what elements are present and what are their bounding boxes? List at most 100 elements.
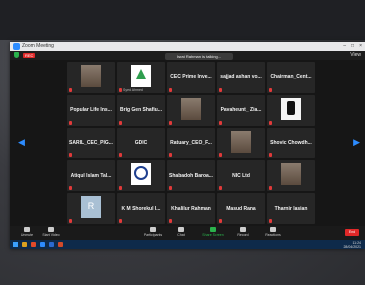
participant-tile[interactable]: sajjad ashan vo...: [217, 62, 265, 93]
windows-taskbar: 11:24 28/04/2021: [10, 240, 365, 249]
participant-video: [181, 97, 201, 120]
end-meeting-button[interactable]: End: [345, 229, 359, 236]
shield-icon[interactable]: [14, 52, 19, 58]
participant-label: [119, 153, 123, 158]
zoom-logo-icon: [13, 43, 20, 50]
system-clock[interactable]: 11:24 28/04/2021: [343, 241, 361, 249]
participant-label: [69, 87, 73, 92]
participant-name: Chairman_Cent...: [270, 74, 312, 81]
participant-tile[interactable]: [267, 94, 315, 126]
muted-mic-icon: [269, 153, 272, 158]
toolbar-label: Chat: [177, 233, 185, 237]
participant-label: [219, 186, 223, 191]
participant-tile[interactable]: Tharnir lasian: [267, 193, 315, 224]
muted-mic-icon: [69, 120, 72, 125]
participant-tile[interactable]: Pavaheunt_ Zia...: [217, 94, 265, 126]
participant-tile[interactable]: Khalilur Rahman: [167, 193, 215, 224]
participant-name: CEC Prime Inve...: [170, 74, 212, 81]
minimize-button[interactable]: –: [343, 43, 346, 49]
file-explorer-icon[interactable]: [22, 242, 27, 247]
reactions-button[interactable]: Reactions: [260, 227, 286, 237]
participant-label: [219, 87, 223, 92]
close-button[interactable]: ×: [359, 43, 362, 49]
recording-badge[interactable]: REC: [23, 52, 36, 58]
next-page-icon[interactable]: ▶: [353, 137, 360, 148]
participant-name: Brig Gen Shafiu...: [120, 107, 162, 114]
participant-label: [269, 153, 273, 158]
participant-video: [231, 130, 251, 153]
participant-label: [119, 218, 123, 223]
record-icon: [240, 227, 246, 232]
muted-mic-icon: [169, 218, 172, 223]
participant-tile[interactable]: Shabadoh Baroa...: [167, 160, 215, 192]
toolbar-label: Participants: [143, 233, 163, 237]
participant-label: [69, 186, 73, 191]
view-button[interactable]: View: [350, 52, 361, 58]
participant-tile[interactable]: SARIL_CEC_PIG...: [67, 127, 115, 159]
muted-mic-icon: [219, 186, 222, 191]
muted-mic-icon: [219, 87, 222, 92]
participant-tile[interactable]: [67, 193, 115, 224]
participant-name: NIC Ltd: [232, 172, 250, 179]
participant-tile[interactable]: Syed Ahmed: [117, 62, 165, 93]
muted-mic-icon: [119, 218, 122, 223]
previous-page-icon[interactable]: ◀: [18, 137, 25, 148]
participant-tile[interactable]: Atiqul Islam Tal...: [67, 160, 115, 192]
participant-tile[interactable]: Shovic Chowdh...: [267, 127, 315, 159]
toolbar-label: Reactions: [265, 233, 281, 237]
muted-mic-icon: [269, 186, 272, 191]
participant-name: Pavaheunt_ Zia...: [220, 107, 262, 114]
participant-label: [69, 153, 73, 158]
share-button[interactable]: Share Screen: [200, 227, 226, 237]
participant-name: Ratuary_CEO_F...: [170, 139, 212, 146]
participant-tile[interactable]: Ratuary_CEO_F...: [167, 127, 215, 159]
maximize-button[interactable]: □: [351, 43, 354, 49]
record-button[interactable]: Record: [230, 227, 256, 237]
video-button[interactable]: Start Video: [38, 227, 64, 237]
participant-tile[interactable]: NIC Ltd: [217, 160, 265, 192]
participant-tile[interactable]: [217, 127, 265, 159]
participant-tile[interactable]: Chairman_Cent...: [267, 62, 315, 93]
participant-name: Shovic Chowdh...: [270, 139, 312, 146]
word-icon[interactable]: [49, 242, 54, 247]
participant-label: Syed Ahmed: [119, 88, 143, 92]
windows-start-icon[interactable]: [13, 242, 18, 247]
participant-tile[interactable]: Brig Gen Shafiu...: [117, 94, 165, 126]
chat-button[interactable]: Chat: [168, 227, 194, 237]
participants-button[interactable]: Participants: [140, 227, 166, 237]
participant-tile[interactable]: [117, 160, 165, 192]
muted-mic-icon: [219, 153, 222, 158]
participant-name: Khalilur Rahman: [171, 205, 211, 212]
participant-label: [69, 218, 73, 223]
participant-tag: Syed Ahmed: [123, 87, 143, 92]
participant-tile[interactable]: CEC Prime Inve...: [167, 62, 215, 93]
muted-mic-icon: [219, 218, 222, 223]
participant-label: [269, 87, 273, 92]
participant-tile[interactable]: Popular Life Ins...: [67, 94, 115, 126]
window-title: Zoom Meeting: [22, 43, 54, 49]
gallery-grid: Syed Ahmed CEC Prime Inve... sajjad ashan …: [67, 62, 315, 224]
muted-mic-icon: [69, 218, 72, 223]
mic-button[interactable]: Unmute: [14, 227, 40, 237]
participant-video: [81, 196, 101, 219]
participants-icon: [150, 227, 156, 232]
toolbar-label: Record: [237, 233, 249, 237]
participant-tile[interactable]: [267, 160, 315, 192]
speaker-banner: Israt Rahman is talking...: [165, 53, 233, 60]
muted-mic-icon: [269, 87, 272, 92]
chat-icon: [178, 227, 184, 232]
participant-tile[interactable]: Masud Rana: [217, 193, 265, 224]
participant-name: Shabadoh Baroa...: [169, 172, 213, 179]
participant-label: [269, 186, 273, 191]
participant-tile[interactable]: [67, 62, 115, 93]
participant-tile[interactable]: [167, 94, 215, 126]
title-bar: Zoom Meeting – □ ×: [10, 42, 365, 51]
zoom-taskbar-icon[interactable]: [40, 242, 45, 247]
share-icon: [210, 227, 216, 232]
participant-tile[interactable]: K M Shorekul I...: [117, 193, 165, 224]
muted-mic-icon: [119, 87, 122, 92]
chrome-icon[interactable]: [31, 242, 36, 247]
participant-tile[interactable]: GDIC: [117, 127, 165, 159]
powerpoint-icon[interactable]: [58, 242, 63, 247]
participant-label: [169, 218, 173, 223]
